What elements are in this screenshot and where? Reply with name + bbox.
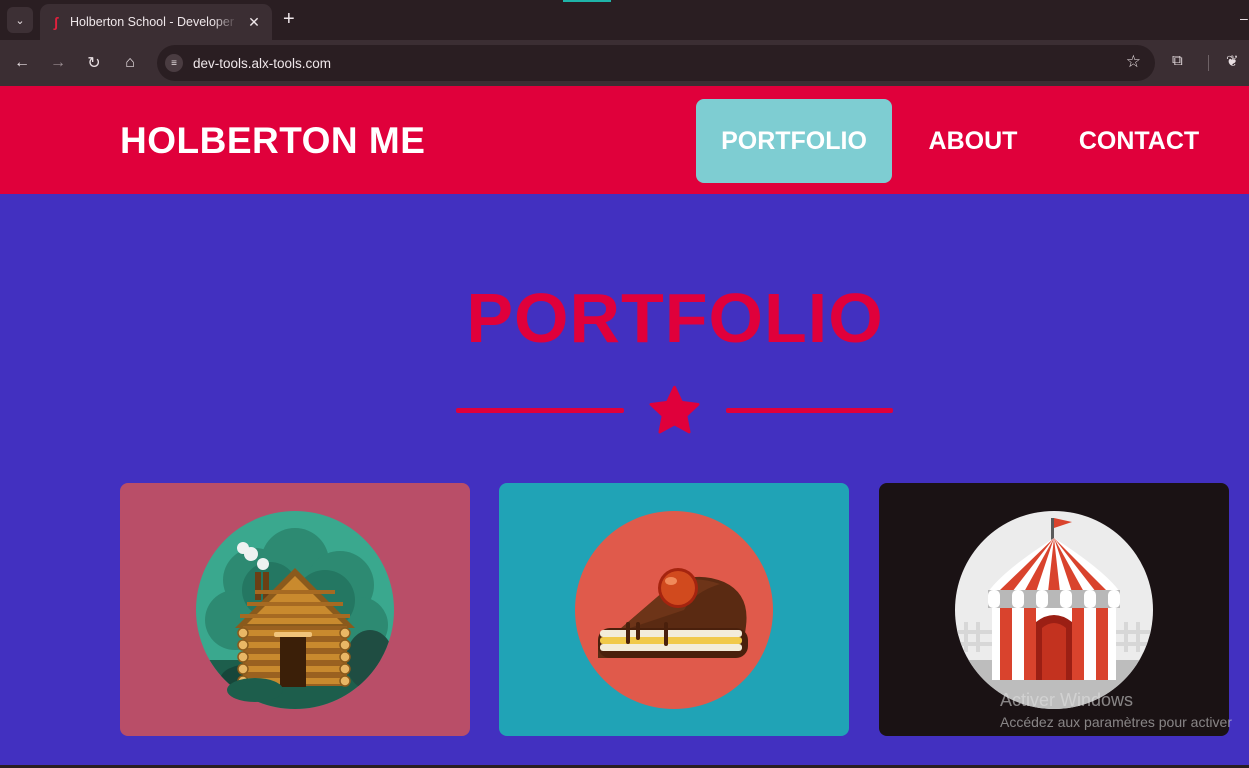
new-tab-button[interactable]: + (283, 8, 295, 30)
portfolio-heading: PORTFOLIO (466, 279, 884, 357)
holberton-favicon-icon: ʃ (53, 14, 59, 30)
home-icon[interactable]: ⌂ (119, 52, 141, 74)
browser-toolbar: ← → ↻ ⌂ ≡ dev-tools.alx-tools.com ☆ ⧉ ❦ (0, 40, 1249, 86)
circus-tent-icon (955, 511, 1153, 709)
profile-leaf-icon[interactable]: ❦ (1226, 52, 1239, 70)
tab-title: Holberton School - Developer tools (70, 15, 238, 29)
forward-icon[interactable]: → (47, 52, 69, 74)
divider-left (456, 408, 624, 413)
tab-close-icon[interactable]: ✕ (246, 14, 262, 31)
browser-tab[interactable]: ʃ Holberton School - Developer tools ✕ (40, 4, 272, 40)
log-cabin-icon (196, 511, 394, 709)
nav-about[interactable]: ABOUT (912, 99, 1034, 183)
address-bar[interactable]: ≡ dev-tools.alx-tools.com ☆ (157, 45, 1155, 81)
bookmark-star-icon[interactable]: ☆ (1126, 52, 1141, 72)
divider-right (726, 408, 893, 413)
windows-watermark-title: Activer Windows (1000, 690, 1134, 710)
site-brand[interactable]: HOLBERTON ME (120, 120, 425, 162)
reload-icon[interactable]: ↻ (83, 52, 105, 74)
tab-strip-accent (563, 0, 611, 2)
star-icon (649, 385, 700, 434)
cake-slice-icon (575, 511, 773, 709)
browser-tab-bar: ⌄ ʃ Holberton School - Developer tools ✕… (0, 0, 1249, 40)
nav-portfolio[interactable]: PORTFOLIO (696, 99, 892, 183)
extensions-icon[interactable]: ⧉ (1172, 52, 1183, 69)
site-settings-icon[interactable]: ≡ (165, 54, 183, 72)
back-icon[interactable]: ← (11, 52, 33, 74)
url-text: dev-tools.alx-tools.com (193, 55, 332, 71)
windows-watermark-subtitle: Accédez aux paramètres pour activer (1000, 714, 1232, 730)
toolbar-separator (1208, 55, 1209, 71)
tab-search-button[interactable]: ⌄ (7, 7, 33, 33)
portfolio-card-cabin[interactable] (120, 483, 470, 736)
minimize-icon[interactable]: – (1240, 10, 1248, 26)
nav-contact[interactable]: CONTACT (1060, 99, 1218, 183)
portfolio-card-cake[interactable] (499, 483, 849, 736)
site-header: HOLBERTON ME PORTFOLIO ABOUT CONTACT (0, 86, 1249, 194)
